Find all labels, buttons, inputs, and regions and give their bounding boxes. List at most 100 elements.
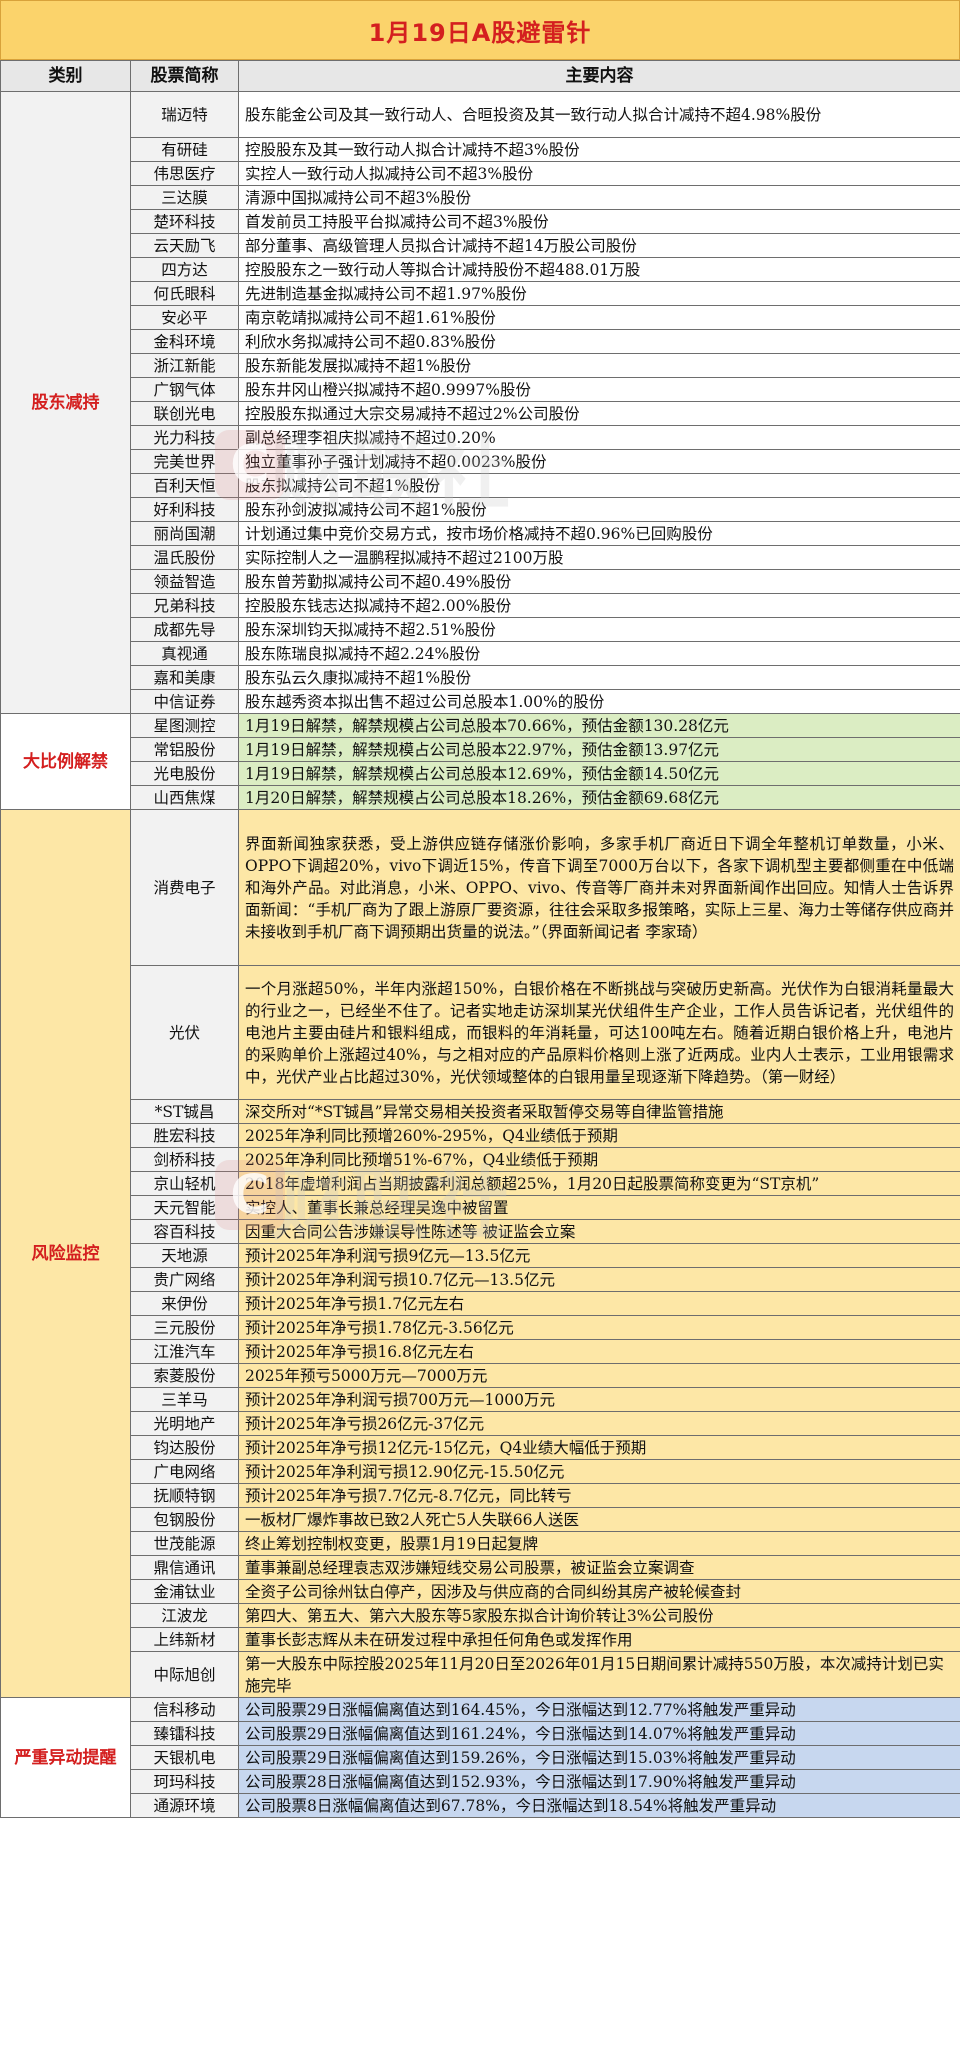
table-row: 贵广网络 预计2025年净利润亏损10.7亿元—13.5亿元 <box>1 1267 960 1292</box>
table-row: 抚顺特钢 预计2025年净亏损7.7亿元-8.7亿元，同比转亏 <box>1 1483 960 1508</box>
table-row: 广钢气体 股东井冈山橙兴拟减持不超0.9997%股份 <box>1 377 960 402</box>
content-cell: 1月19日解禁，解禁规模占公司总股本70.66%，预估金额130.28亿元 <box>238 713 960 738</box>
content-cell: 1月19日解禁，解禁规模占公司总股本22.97%，预估金额13.97亿元 <box>238 737 960 762</box>
stock-name-cell: 广钢气体 <box>130 377 239 402</box>
content-cell: 预计2025年净亏损7.7亿元-8.7亿元，同比转亏 <box>238 1483 960 1508</box>
table-row: 江淮汽车 预计2025年净亏损16.8亿元左右 <box>1 1339 960 1364</box>
stock-name-cell: 上纬新材 <box>130 1627 239 1652</box>
content-cell: 界面新闻独家获悉，受上游供应链存储涨价影响，多家手机厂商近日下调全年整机订单数量… <box>238 809 960 966</box>
header-category: 类别 <box>0 60 131 92</box>
table-row: 完美世界 独立董事孙子强计划减持不超0.0023%股份 <box>1 449 960 474</box>
content-cell: 控股股东之一致行动人等拟合计减持股份不超488.01万股 <box>238 257 960 282</box>
table-row: 三羊马 预计2025年净利润亏损700万元—1000万元 <box>1 1387 960 1412</box>
table-row: 浙江新能 股东新能发展拟减持不超1%股份 <box>1 353 960 378</box>
stock-name-cell: 京山轻机 <box>130 1171 239 1196</box>
stock-name-cell: 光力科技 <box>130 425 239 450</box>
content-cell: 1月19日解禁，解禁规模占公司总股本12.69%，预估金额14.50亿元 <box>238 761 960 786</box>
stock-name-cell: 兄弟科技 <box>130 593 239 618</box>
stock-name-cell: 成都先导 <box>130 617 239 642</box>
stock-name-cell: 丽尚国潮 <box>130 521 239 546</box>
content-cell: 预计2025年净利润亏损10.7亿元—13.5亿元 <box>238 1267 960 1292</box>
content-cell: 全资子公司徐州钛白停产，因涉及与供应商的合同纠纷其房产被轮候查封 <box>238 1579 960 1604</box>
table-row: 好利科技 股东孙剑波拟减持公司不超1%股份 <box>1 497 960 522</box>
content-cell: 2025年预亏5000万元—7000万元 <box>238 1363 960 1388</box>
stock-name-cell: 光明地产 <box>130 1411 239 1436</box>
content-cell: 第一大股东中际控股2025年11月20日至2026年01月15日期间累计减持55… <box>238 1651 960 1698</box>
stock-name-cell: 三元股份 <box>130 1315 239 1340</box>
stock-name-cell: 天元智能 <box>130 1195 239 1220</box>
stock-name-cell: 金科环境 <box>130 329 239 354</box>
table-row: 风险监控 消费电子 界面新闻独家获悉，受上游供应链存储涨价影响，多家手机厂商近日下调… <box>0 809 960 1698</box>
table-row: 领益智造 股东曾芳勤拟减持公司不超0.49%股份 <box>1 569 960 594</box>
category-cell: 大比例解禁 <box>0 713 131 810</box>
table-row: 丽尚国潮 计划通过集中竞价交易方式，按市场价格减持不超0.96%已回购股份 <box>1 521 960 546</box>
content-cell: 控股股东拟通过大宗交易减持不超过2%公司股份 <box>238 401 960 426</box>
table-row: 容百科技 因重大合同公告涉嫌误导性陈述等 被证监会立案 <box>1 1219 960 1244</box>
stock-name-cell: 贵广网络 <box>130 1267 239 1292</box>
content-cell: 2025年净利同比预增260%-295%，Q4业绩低于预期 <box>238 1123 960 1148</box>
category-cell: 股东减持 <box>0 91 131 714</box>
table-row: 百利天恒 股东拟减持公司不超1%股份 <box>1 473 960 498</box>
content-cell: 因重大合同公告涉嫌误导性陈述等 被证监会立案 <box>238 1219 960 1244</box>
table-row: 鼎信通讯 董事兼副总经理袁志双涉嫌短线交易公司股票，被证监会立案调查 <box>1 1555 960 1580</box>
table-header-row: 类别 股票简称 主要内容 <box>0 60 960 92</box>
content-cell: 预计2025年净亏损26亿元-37亿元 <box>238 1411 960 1436</box>
content-cell: 控股股东及其一致行动人拟合计减持不超3%股份 <box>238 137 960 162</box>
stock-name-cell: 来伊份 <box>130 1291 239 1316</box>
table-row: 中信证券 股东越秀资本拟出售不超过公司总股本1.00%的股份 <box>1 689 960 714</box>
table-row: 胜宏科技 2025年净利同比预增260%-295%，Q4业绩低于预期 <box>1 1123 960 1148</box>
content-cell: 股东深圳钧天拟减持不超2.51%股份 <box>238 617 960 642</box>
table-row: 天银机电 公司股票29日涨幅偏离值达到159.26%，今日涨幅达到15.03%将触… <box>1 1745 960 1770</box>
content-cell: 部分董事、高级管理人员拟合计减持不超14万股公司股份 <box>238 233 960 258</box>
content-cell: 预计2025年净利润亏损700万元—1000万元 <box>238 1387 960 1412</box>
content-cell: 实控人一致行动人拟减持公司不超3%股份 <box>238 161 960 186</box>
content-cell: 终止筹划控制权变更，股票1月19日起复牌 <box>238 1531 960 1556</box>
table-row: 光力科技 副总经理李祖庆拟减持不超过0.20% <box>1 425 960 450</box>
table-row: 大比例解禁 星图测控 1月19日解禁，解禁规模占公司总股本70.66%，预估金额13… <box>0 713 960 810</box>
content-cell: 副总经理李祖庆拟减持不超过0.20% <box>238 425 960 450</box>
header-content: 主要内容 <box>238 60 960 92</box>
stock-name-cell: 天银机电 <box>130 1745 239 1770</box>
stock-name-cell: 百利天恒 <box>130 473 239 498</box>
stock-name-cell: 何氏眼科 <box>130 281 239 306</box>
content-cell: 第四大、第五大、第六大股东等5家股东拟合计询价转让3%公司股份 <box>238 1603 960 1628</box>
table-row: 索菱股份 2025年预亏5000万元—7000万元 <box>1 1363 960 1388</box>
stock-name-cell: 世茂能源 <box>130 1531 239 1556</box>
table-row: 光明地产 预计2025年净亏损26亿元-37亿元 <box>1 1411 960 1436</box>
table-body: 股东减持 瑞迈特 股东能金公司及其一致行动人、合晅投资及其一致行动人拟合计减持不超4… <box>0 91 960 1818</box>
stock-name-cell: 广电网络 <box>130 1459 239 1484</box>
table-row: 真视通 股东陈瑞良拟减持不超2.24%股份 <box>1 641 960 666</box>
content-cell: 计划通过集中竞价交易方式，按市场价格减持不超0.96%已回购股份 <box>238 521 960 546</box>
stock-name-cell: *ST铖昌 <box>130 1099 239 1124</box>
stock-name-cell: 瑞迈特 <box>130 91 239 138</box>
content-cell: 清源中国拟减持公司不超3%股份 <box>238 185 960 210</box>
stock-name-cell: 联创光电 <box>130 401 239 426</box>
table-row: 伟思医疗 实控人一致行动人拟减持公司不超3%股份 <box>1 161 960 186</box>
content-cell: 2018年虚增利润占当期披露利润总额超25%，1月20日起股票简称变更为“ST京… <box>238 1171 960 1196</box>
stock-name-cell: 四方达 <box>130 257 239 282</box>
table-row: 金浦钛业 全资子公司徐州钛白停产，因涉及与供应商的合同纠纷其房产被轮候查封 <box>1 1579 960 1604</box>
stock-name-cell: 浙江新能 <box>130 353 239 378</box>
stock-name-cell: 好利科技 <box>130 497 239 522</box>
content-cell: 公司股票8日涨幅偏离值达到67.78%，今日涨幅达到18.54%将触发严重异动 <box>238 1793 960 1818</box>
table-row: 珂玛科技 公司股票28日涨幅偏离值达到152.93%，今日涨幅达到17.90%将触… <box>1 1769 960 1794</box>
table-row: 有研硅 控股股东及其一致行动人拟合计减持不超3%股份 <box>1 137 960 162</box>
content-cell: 预计2025年净亏损1.78亿元-3.56亿元 <box>238 1315 960 1340</box>
table-row: 云天励飞 部分董事、高级管理人员拟合计减持不超14万股公司股份 <box>1 233 960 258</box>
stock-name-cell: 完美世界 <box>130 449 239 474</box>
stock-name-cell: 金浦钛业 <box>130 1579 239 1604</box>
content-cell: 利欣水务拟减持公司不超0.83%股份 <box>238 329 960 354</box>
stock-name-cell: 鼎信通讯 <box>130 1555 239 1580</box>
table-row: 联创光电 控股股东拟通过大宗交易减持不超过2%公司股份 <box>1 401 960 426</box>
table-row: 三元股份 预计2025年净亏损1.78亿元-3.56亿元 <box>1 1315 960 1340</box>
table-row: 嘉和美康 股东弘云久康拟减持不超1%股份 <box>1 665 960 690</box>
content-cell: 股东拟减持公司不超1%股份 <box>238 473 960 498</box>
table-row: 光电股份 1月19日解禁，解禁规模占公司总股本12.69%，预估金额14.50亿元 <box>1 761 960 786</box>
stock-name-cell: 中信证券 <box>130 689 239 714</box>
table-row: 兄弟科技 控股股东钱志达拟减持不超2.00%股份 <box>1 593 960 618</box>
content-cell: 控股股东钱志达拟减持不超2.00%股份 <box>238 593 960 618</box>
table-row: 常铝股份 1月19日解禁，解禁规模占公司总股本22.97%，预估金额13.97亿元 <box>1 737 960 762</box>
content-cell: 公司股票29日涨幅偏离值达到164.45%，今日涨幅达到12.77%将触发严重异… <box>238 1697 960 1722</box>
stock-name-cell: 光电股份 <box>130 761 239 786</box>
stock-name-cell: 剑桥科技 <box>130 1147 239 1172</box>
